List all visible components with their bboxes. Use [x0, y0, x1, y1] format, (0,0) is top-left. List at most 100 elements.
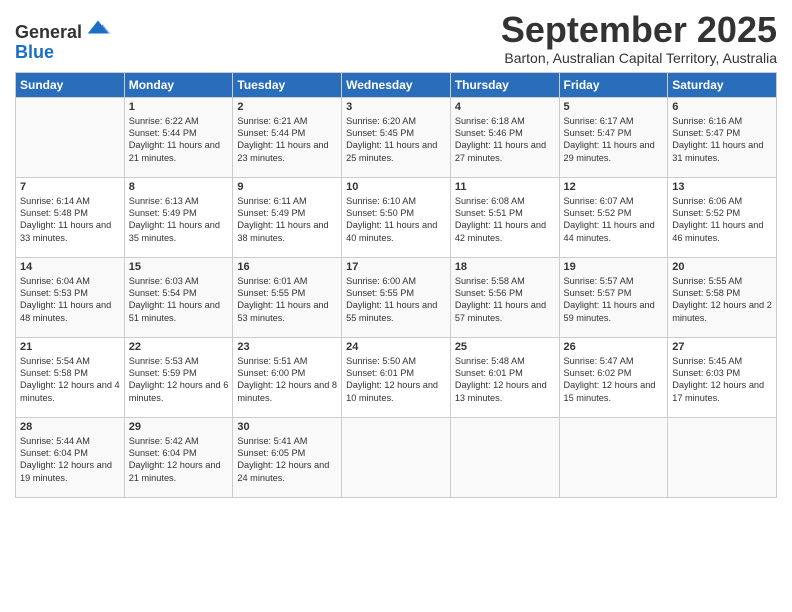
weekday-header: Monday: [124, 72, 233, 97]
day-number: 7: [20, 181, 120, 193]
calendar-cell: 13Sunrise: 6:06 AMSunset: 5:52 PMDayligh…: [668, 177, 777, 257]
day-number: 22: [129, 341, 229, 353]
day-number: 10: [346, 181, 446, 193]
weekday-header: Thursday: [450, 72, 559, 97]
cell-text: Sunrise: 5:53 AMSunset: 5:59 PMDaylight:…: [129, 356, 229, 403]
day-number: 14: [20, 261, 120, 273]
calendar-cell: 5 Sunrise: 6:17 AMSunset: 5:47 PMDaylight…: [559, 97, 668, 177]
calendar-cell: 19 Sunrise: 5:57 AMSunset: 5:57 PMDayligh…: [559, 257, 668, 337]
day-number: 5: [564, 101, 664, 113]
calendar-cell: 8 Sunrise: 6:13 AMSunset: 5:49 PMDaylight…: [124, 177, 233, 257]
calendar-cell: 25Sunrise: 5:48 AMSunset: 6:01 PMDayligh…: [450, 337, 559, 417]
cell-text: Sunrise: 5:45 AMSunset: 6:03 PMDaylight:…: [672, 356, 764, 403]
calendar-cell: 20Sunrise: 5:55 AMSunset: 5:58 PMDayligh…: [668, 257, 777, 337]
day-number: 2: [237, 101, 337, 113]
day-number: 15: [129, 261, 229, 273]
cell-text: Sunrise: 5:44 AMSunset: 6:04 PMDaylight:…: [20, 436, 112, 483]
day-number: 4: [455, 101, 555, 113]
day-number: 30: [237, 421, 337, 433]
calendar-week-row: 7 Sunrise: 6:14 AMSunset: 5:48 PMDaylight…: [16, 177, 777, 257]
month-title: September 2025: [501, 10, 777, 50]
cell-text: Sunrise: 6:00 AMSunset: 5:55 PMDaylight:…: [346, 276, 437, 323]
day-number: 29: [129, 421, 229, 433]
calendar-cell: [450, 417, 559, 497]
day-number: 1: [129, 101, 229, 113]
day-number: 21: [20, 341, 120, 353]
calendar-week-row: 1Sunrise: 6:22 AMSunset: 5:44 PMDaylight…: [16, 97, 777, 177]
calendar-cell: 7 Sunrise: 6:14 AMSunset: 5:48 PMDaylight…: [16, 177, 125, 257]
weekday-header: Saturday: [668, 72, 777, 97]
calendar-cell: [668, 417, 777, 497]
calendar-cell: 22 Sunrise: 5:53 AMSunset: 5:59 PMDayligh…: [124, 337, 233, 417]
logo: General Blue: [15, 18, 112, 63]
calendar-cell: 15Sunrise: 6:03 AMSunset: 5:54 PMDayligh…: [124, 257, 233, 337]
cell-text: Sunrise: 6:08 AMSunset: 5:51 PMDaylight:…: [455, 196, 546, 243]
cell-text: Sunrise: 5:57 AMSunset: 5:57 PMDaylight:…: [564, 276, 655, 323]
day-number: 9: [237, 181, 337, 193]
page-header: General Blue September 2025 Barton, Aust…: [15, 10, 777, 66]
calendar-cell: 24 Sunrise: 5:50 AMSunset: 6:01 PMDayligh…: [342, 337, 451, 417]
calendar-cell: 2 Sunrise: 6:21 AMSunset: 5:44 PMDaylight…: [233, 97, 342, 177]
day-number: 19: [564, 261, 664, 273]
day-number: 24: [346, 341, 446, 353]
calendar-cell: 3 Sunrise: 6:20 AMSunset: 5:45 PMDaylight…: [342, 97, 451, 177]
day-number: 6: [672, 101, 772, 113]
calendar-cell: [559, 417, 668, 497]
day-number: 18: [455, 261, 555, 273]
cell-text: Sunrise: 6:07 AMSunset: 5:52 PMDaylight:…: [564, 196, 655, 243]
calendar-cell: 18 Sunrise: 5:58 AMSunset: 5:56 PMDayligh…: [450, 257, 559, 337]
calendar-cell: 17 Sunrise: 6:00 AMSunset: 5:55 PMDayligh…: [342, 257, 451, 337]
calendar-cell: 14 Sunrise: 6:04 AMSunset: 5:53 PMDayligh…: [16, 257, 125, 337]
day-number: 28: [20, 421, 120, 433]
calendar-cell: 4 Sunrise: 6:18 AMSunset: 5:46 PMDaylight…: [450, 97, 559, 177]
calendar-cell: 9 Sunrise: 6:11 AMSunset: 5:49 PMDaylight…: [233, 177, 342, 257]
cell-text: Sunrise: 5:42 AMSunset: 6:04 PMDaylight:…: [129, 436, 221, 483]
day-number: 3: [346, 101, 446, 113]
calendar-cell: 26Sunrise: 5:47 AMSunset: 6:02 PMDayligh…: [559, 337, 668, 417]
calendar-cell: 6 Sunrise: 6:16 AMSunset: 5:47 PMDaylight…: [668, 97, 777, 177]
calendar-cell: 23Sunrise: 5:51 AMSunset: 6:00 PMDayligh…: [233, 337, 342, 417]
calendar-cell: 27 Sunrise: 5:45 AMSunset: 6:03 PMDayligh…: [668, 337, 777, 417]
cell-text: Sunrise: 6:21 AMSunset: 5:44 PMDaylight:…: [237, 116, 328, 163]
calendar-cell: [16, 97, 125, 177]
cell-text: Sunrise: 6:06 AMSunset: 5:52 PMDaylight:…: [672, 196, 763, 243]
day-number: 23: [237, 341, 337, 353]
title-block: September 2025 Barton, Australian Capita…: [501, 10, 777, 66]
cell-text: Sunrise: 6:17 AMSunset: 5:47 PMDaylight:…: [564, 116, 655, 163]
calendar-cell: 1Sunrise: 6:22 AMSunset: 5:44 PMDaylight…: [124, 97, 233, 177]
day-number: 8: [129, 181, 229, 193]
cell-text: Sunrise: 5:48 AMSunset: 6:01 PMDaylight:…: [455, 356, 547, 403]
day-number: 11: [455, 181, 555, 193]
cell-text: Sunrise: 6:18 AMSunset: 5:46 PMDaylight:…: [455, 116, 546, 163]
weekday-header: Sunday: [16, 72, 125, 97]
cell-text: Sunrise: 6:13 AMSunset: 5:49 PMDaylight:…: [129, 196, 220, 243]
cell-text: Sunrise: 6:04 AMSunset: 5:53 PMDaylight:…: [20, 276, 111, 323]
calendar-cell: 11 Sunrise: 6:08 AMSunset: 5:51 PMDayligh…: [450, 177, 559, 257]
day-number: 26: [564, 341, 664, 353]
calendar-cell: 10 Sunrise: 6:10 AMSunset: 5:50 PMDayligh…: [342, 177, 451, 257]
calendar-week-row: 21 Sunrise: 5:54 AMSunset: 5:58 PMDayligh…: [16, 337, 777, 417]
cell-text: Sunrise: 6:11 AMSunset: 5:49 PMDaylight:…: [237, 196, 328, 243]
cell-text: Sunrise: 5:50 AMSunset: 6:01 PMDaylight:…: [346, 356, 438, 403]
cell-text: Sunrise: 6:14 AMSunset: 5:48 PMDaylight:…: [20, 196, 111, 243]
weekday-header: Tuesday: [233, 72, 342, 97]
cell-text: Sunrise: 6:20 AMSunset: 5:45 PMDaylight:…: [346, 116, 437, 163]
logo-general: General: [15, 22, 82, 42]
day-number: 27: [672, 341, 772, 353]
calendar-cell: 30Sunrise: 5:41 AMSunset: 6:05 PMDayligh…: [233, 417, 342, 497]
calendar-cell: 21 Sunrise: 5:54 AMSunset: 5:58 PMDayligh…: [16, 337, 125, 417]
cell-text: Sunrise: 5:55 AMSunset: 5:58 PMDaylight:…: [672, 276, 772, 323]
cell-text: Sunrise: 5:54 AMSunset: 5:58 PMDaylight:…: [20, 356, 120, 403]
cell-text: Sunrise: 6:16 AMSunset: 5:47 PMDaylight:…: [672, 116, 763, 163]
cell-text: Sunrise: 5:58 AMSunset: 5:56 PMDaylight:…: [455, 276, 546, 323]
weekday-header: Friday: [559, 72, 668, 97]
calendar-week-row: 14 Sunrise: 6:04 AMSunset: 5:53 PMDayligh…: [16, 257, 777, 337]
day-number: 17: [346, 261, 446, 273]
day-number: 12: [564, 181, 664, 193]
day-number: 16: [237, 261, 337, 273]
cell-text: Sunrise: 6:10 AMSunset: 5:50 PMDaylight:…: [346, 196, 437, 243]
calendar-week-row: 28 Sunrise: 5:44 AMSunset: 6:04 PMDayligh…: [16, 417, 777, 497]
calendar-table: SundayMondayTuesdayWednesdayThursdayFrid…: [15, 72, 777, 498]
calendar-cell: 16Sunrise: 6:01 AMSunset: 5:55 PMDayligh…: [233, 257, 342, 337]
logo-blue: Blue: [15, 42, 54, 62]
